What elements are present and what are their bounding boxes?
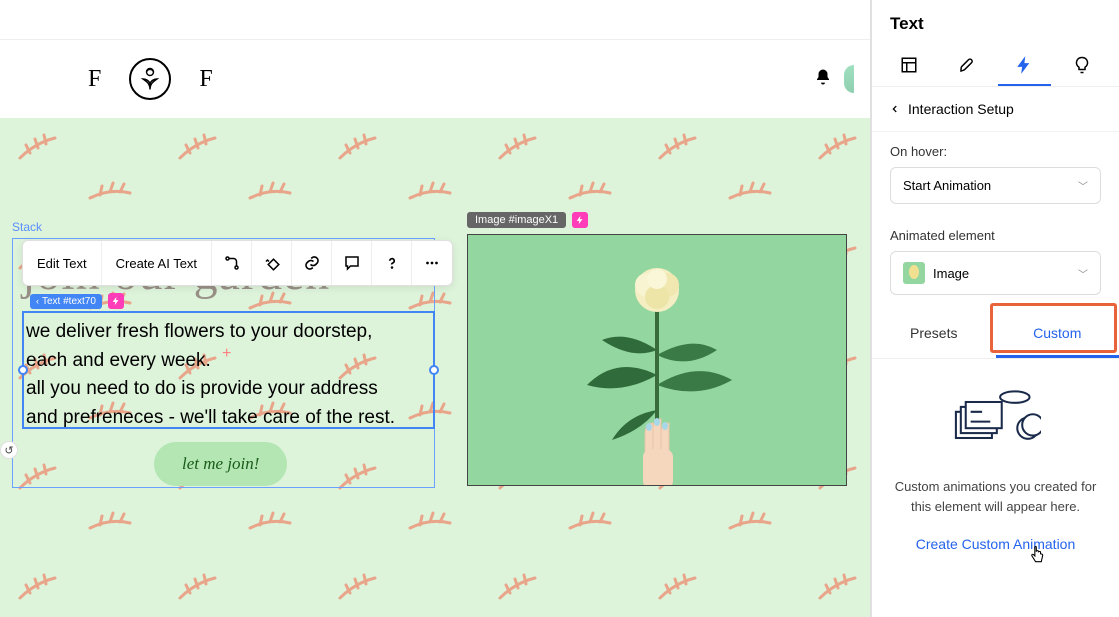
tab-help[interactable] [1055,44,1109,86]
logo-emblem [129,58,171,100]
floating-toolbar: Edit Text Create AI Text [22,240,453,286]
breadcrumb-label: Interaction Setup [908,101,1014,117]
animation-indicator-icon[interactable] [572,212,588,228]
tab-design[interactable] [940,44,994,86]
image-element[interactable] [467,234,847,486]
tutorial-highlight [990,303,1117,353]
custom-animation-empty-state: Custom animations you created for this e… [872,359,1119,564]
element-id-tag-group: ‹Text #text70 [30,293,124,309]
animation-icon[interactable] [252,241,292,285]
hover-label: On hover: [890,144,1101,159]
canvas[interactable]: Stack join our garden ↺ we deliver fresh… [0,118,870,617]
dropdown-value: Start Animation [903,178,991,193]
notifications-icon[interactable] [814,68,832,91]
avatar[interactable] [844,65,854,93]
tab-interactions[interactable] [998,44,1052,86]
animation-indicator-icon[interactable] [108,293,124,309]
animated-element-dropdown[interactable]: Image ﹀ [890,251,1101,295]
chevron-down-icon: ﹀ [1078,266,1088,281]
site-logo: F F [88,58,213,100]
more-icon[interactable] [412,241,452,285]
stack-label[interactable]: Stack [12,220,42,234]
create-custom-animation-link[interactable]: Create Custom Animation [916,536,1076,552]
tab-layout[interactable] [882,44,936,86]
site-header: F F [0,40,870,118]
link-icon[interactable] [292,241,332,285]
hover-action-dropdown[interactable]: Start Animation ﹀ [890,167,1101,204]
animated-element-label: Animated element [890,228,1101,243]
top-spacer [0,0,870,40]
text-element-tag[interactable]: ‹Text #text70 [30,294,102,309]
tab-presets[interactable]: Presets [872,311,996,358]
chevron-left-icon [890,104,900,114]
panel-tab-bar [872,44,1119,87]
element-thumbnail [903,262,925,284]
help-icon[interactable] [372,241,412,285]
image-label-group: Image #imageX1 [467,212,588,228]
empty-state-illustration [892,385,1099,455]
body-line: each and every week. [26,347,431,376]
code-icon[interactable] [212,241,252,285]
flower-illustration [567,235,747,485]
breadcrumb-back[interactable]: Interaction Setup [872,87,1119,132]
comment-icon[interactable] [332,241,372,285]
cursor-pointer-icon [1028,546,1046,571]
panel-title: Text [872,0,1119,44]
inspector-panel: Text Interaction Setup On hover: Start A… [871,0,1119,617]
create-ai-text-button[interactable]: Create AI Text [102,241,212,285]
logo-letter-right: F [199,66,212,93]
chevron-down-icon: ﹀ [1078,178,1088,193]
image-element-tag[interactable]: Image #imageX1 [467,212,566,228]
edit-text-button[interactable]: Edit Text [23,241,102,285]
body-line: and prefreneces - we'll take care of the… [26,404,431,433]
body-line: we deliver fresh flowers to your doorste… [26,318,431,347]
undo-button[interactable]: ↺ [0,441,18,459]
hero-body-text[interactable]: we deliver fresh flowers to your doorste… [26,318,431,432]
dropdown-value: Image [933,266,969,281]
logo-letter-left: F [88,66,101,93]
body-line: all you need to do is provide your addre… [26,375,431,404]
cta-button[interactable]: let me join! [154,442,287,486]
empty-state-text: Custom animations you created for this e… [892,477,1099,516]
